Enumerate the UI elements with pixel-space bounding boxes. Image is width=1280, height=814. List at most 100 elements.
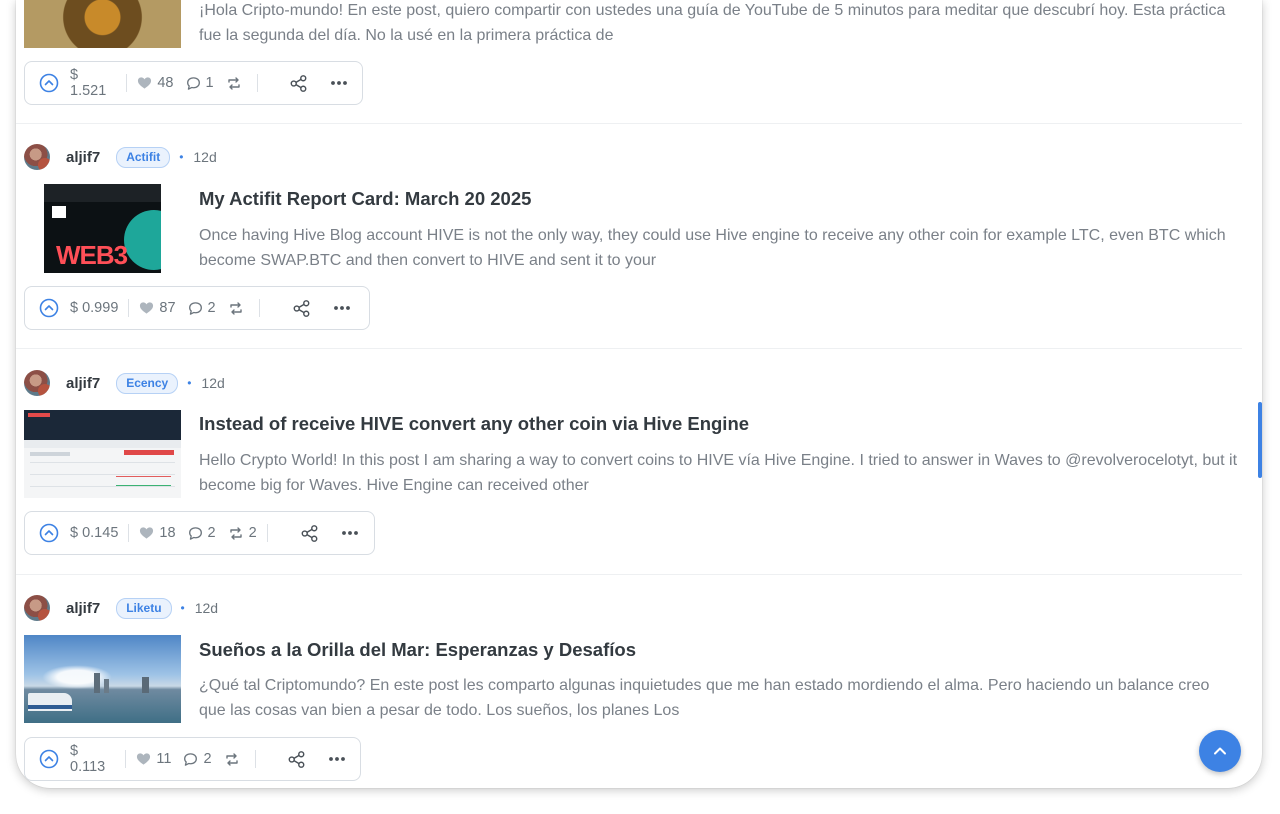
comments-button[interactable]: 1 — [180, 75, 220, 91]
post-title[interactable]: Sueños a la Orilla del Mar: Esperanzas y… — [199, 639, 636, 661]
share-icon — [287, 750, 306, 769]
share-button[interactable] — [294, 524, 325, 543]
post-excerpt[interactable]: Once having Hive Blog account HIVE is no… — [199, 223, 1239, 273]
votes-count: 48 — [157, 75, 174, 91]
divider — [128, 299, 130, 317]
votes-count: 11 — [156, 751, 172, 767]
post-excerpt[interactable]: ¿Qué tal Criptomundo? En este post les c… — [199, 673, 1239, 723]
comment-icon — [188, 526, 203, 541]
post-actions-bar: $ 0.145 18 2 2 — [24, 511, 375, 555]
more-button[interactable] — [322, 756, 352, 762]
divider — [128, 524, 130, 542]
author-name[interactable]: aljif7 — [66, 600, 100, 617]
post-header: aljif7 Actifit • 12d — [24, 144, 217, 170]
comments-button[interactable]: 2 — [182, 300, 222, 316]
votes-count: 18 — [159, 525, 176, 541]
divider — [256, 74, 258, 92]
comments-button[interactable]: 2 — [177, 751, 217, 767]
more-button[interactable] — [335, 530, 365, 536]
comments-count: 2 — [207, 300, 216, 316]
post-divider — [16, 348, 1242, 349]
reblog-button[interactable] — [220, 76, 253, 91]
post-thumbnail[interactable] — [24, 635, 181, 723]
reblog-button[interactable] — [218, 752, 251, 767]
avatar[interactable] — [24, 370, 50, 396]
share-button[interactable] — [286, 299, 317, 318]
divider — [126, 74, 128, 92]
more-dots-icon — [330, 80, 348, 86]
reblog-icon — [228, 301, 244, 316]
payout-value: $ 0.113 — [70, 743, 106, 775]
heart-icon — [136, 752, 151, 766]
divider — [258, 299, 260, 317]
upvote-button[interactable]: $ 0.999 — [33, 298, 124, 318]
comment-icon — [186, 76, 201, 91]
reblog-button[interactable]: 2 — [222, 525, 263, 541]
post-excerpt[interactable]: ¡Hola Cripto-mundo! En este post, quiero… — [199, 0, 1239, 48]
avatar[interactable] — [24, 595, 50, 621]
comments-count: 2 — [203, 751, 212, 767]
more-dots-icon — [341, 530, 359, 536]
chevron-up-circle-icon — [39, 298, 59, 318]
upvote-button[interactable]: $ 0.113 — [33, 743, 121, 775]
scrollbar[interactable] — [1254, 0, 1262, 788]
divider — [254, 750, 256, 768]
post-time: 12d — [194, 600, 219, 616]
scroll-to-top-button[interactable] — [1199, 730, 1241, 772]
more-button[interactable] — [327, 305, 357, 311]
reblog-icon — [228, 526, 244, 541]
votes-button[interactable]: 18 — [133, 525, 181, 541]
divider — [266, 524, 268, 542]
post-title[interactable]: Instead of receive HIVE convert any othe… — [199, 413, 749, 435]
post-thumbnail[interactable] — [24, 410, 181, 498]
divider — [125, 750, 127, 768]
chevron-up-circle-icon — [39, 749, 59, 769]
votes-button[interactable]: 11 — [130, 751, 177, 767]
payout-value: $ 0.999 — [70, 300, 119, 316]
scrollbar-thumb[interactable] — [1258, 402, 1262, 478]
reblog-button[interactable] — [222, 301, 255, 316]
separator-dot: • — [187, 376, 192, 390]
author-name[interactable]: aljif7 — [66, 375, 100, 392]
comments-count: 2 — [207, 525, 216, 541]
payout-value: $ 0.145 — [70, 525, 119, 541]
more-button[interactable] — [324, 80, 354, 86]
payout-value: $ 1.521 — [70, 67, 107, 99]
upvote-button[interactable]: $ 1.521 — [33, 67, 122, 99]
heart-icon — [139, 526, 154, 540]
separator-dot: • — [179, 150, 184, 164]
post-thumbnail[interactable]: WEB3 — [44, 184, 161, 273]
post-excerpt[interactable]: Hello Crypto World! In this post I am sh… — [199, 448, 1239, 498]
share-button[interactable] — [283, 74, 314, 93]
app-window: ¡Hola Cripto-mundo! En este post, quiero… — [16, 0, 1262, 788]
community-badge[interactable]: Liketu — [116, 597, 172, 619]
avatar[interactable] — [24, 144, 50, 170]
post-actions-bar: $ 0.113 11 2 — [24, 737, 361, 781]
comments-button[interactable]: 2 — [182, 525, 222, 541]
reblog-icon — [224, 752, 240, 767]
separator-dot: • — [180, 601, 185, 615]
upvote-button[interactable]: $ 0.145 — [33, 523, 124, 543]
votes-button[interactable]: 87 — [133, 300, 181, 316]
community-badge[interactable]: Actifit — [116, 146, 171, 168]
reblog-icon — [226, 76, 242, 91]
share-button[interactable] — [281, 750, 312, 769]
post-divider — [16, 574, 1242, 575]
more-dots-icon — [328, 756, 346, 762]
post-thumbnail[interactable] — [24, 0, 181, 48]
community-badge[interactable]: Ecency — [116, 372, 179, 394]
share-icon — [292, 299, 311, 318]
comment-icon — [188, 301, 203, 316]
votes-count: 87 — [159, 300, 176, 316]
reblogs-count: 2 — [248, 525, 257, 541]
author-name[interactable]: aljif7 — [66, 149, 100, 166]
post-time: 12d — [201, 375, 225, 391]
post-actions-bar: $ 0.999 87 2 — [24, 286, 370, 330]
post-header: aljif7 Ecency • 12d — [24, 370, 225, 396]
votes-button[interactable]: 48 — [131, 75, 179, 91]
thumbnail-text: WEB3 — [56, 240, 128, 270]
post-time: 12d — [193, 149, 217, 165]
chevron-up-circle-icon — [39, 73, 59, 93]
post-title[interactable]: My Actifit Report Card: March 20 2025 — [199, 188, 531, 210]
comment-icon — [183, 752, 198, 767]
